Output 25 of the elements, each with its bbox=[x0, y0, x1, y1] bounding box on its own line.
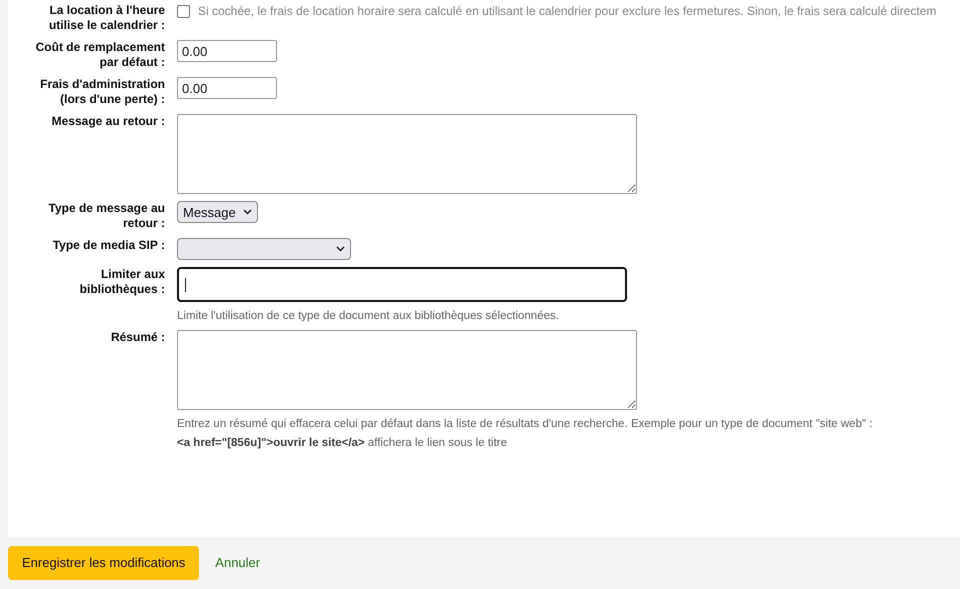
text-field[interactable]: 0.00 bbox=[177, 40, 277, 62]
field-label: La location à l'heure utilise le calendrier : bbox=[48, 3, 165, 33]
field-label: Type de media SIP : bbox=[52, 238, 165, 254]
field-label: Limiter aux bibliothèques : bbox=[78, 267, 165, 298]
hint-text: Entrez un résumé qui effacera celui par défaut dans la liste de résultats d'une recherche. Exemple pour un type de document "site web" : bbox=[177, 417, 872, 431]
checkbox-description: Si cochée, le frais de location horaire sera calculé en utilisant le calendrier pour exclure les fermetures. Sinon, le frais sera calculé directem bbox=[198, 4, 938, 19]
save-button[interactable]: Enregistrer les modifications bbox=[8, 546, 200, 580]
hint-text: Limite l'utilisation de ce type de document aux bibliothèques sélectionnées. bbox=[177, 309, 560, 323]
text-field[interactable]: 0.00 bbox=[177, 77, 277, 99]
field-label: Type de message au retour : bbox=[48, 201, 165, 231]
checkbox[interactable] bbox=[177, 5, 190, 18]
select-field[interactable] bbox=[177, 238, 351, 260]
field-label: Message au retour : bbox=[50, 114, 165, 130]
textarea-field[interactable] bbox=[177, 330, 637, 410]
field-label: Frais d'administration (lors d'une perte) : bbox=[39, 77, 165, 107]
chevron-down-icon bbox=[243, 209, 252, 215]
field-label: Coût de remplacement par défaut : bbox=[35, 40, 165, 70]
text-cursor-icon bbox=[185, 278, 186, 292]
hint-text: <a href="[856u]">ouvrir le site</a> affichera le lien sous le titre bbox=[177, 436, 508, 450]
chevron-down-icon bbox=[336, 246, 345, 252]
field-label: Résumé : bbox=[110, 330, 165, 346]
textarea-field[interactable] bbox=[177, 114, 637, 194]
cancel-link[interactable]: Annuler bbox=[215, 553, 260, 573]
select-field[interactable]: Message bbox=[177, 201, 258, 223]
input-field[interactable] bbox=[177, 267, 627, 302]
